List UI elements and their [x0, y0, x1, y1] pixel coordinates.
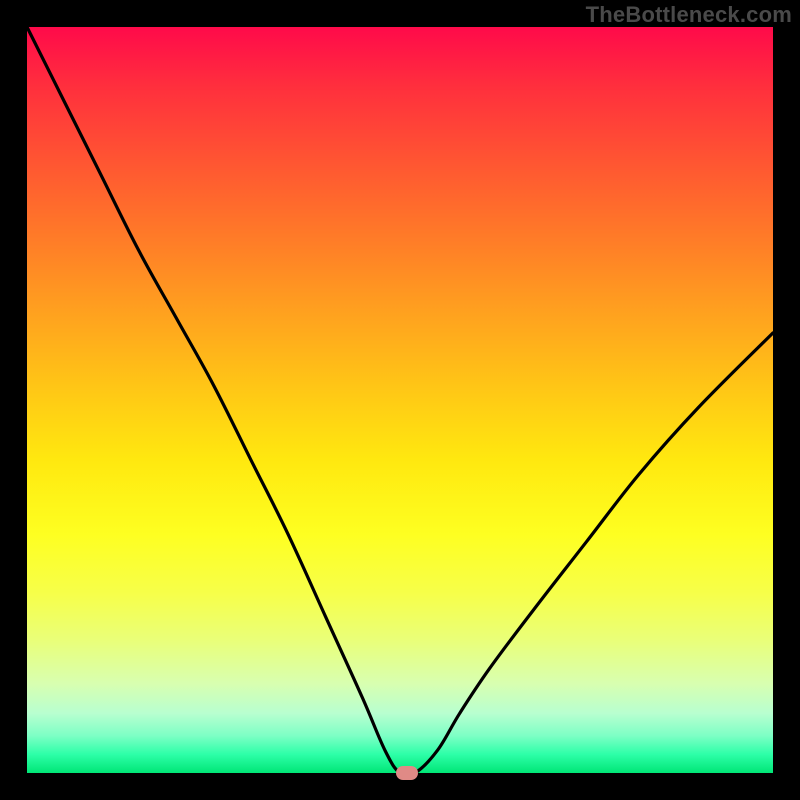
chart-frame: TheBottleneck.com: [0, 0, 800, 800]
plot-area: [27, 27, 773, 773]
watermark-text: TheBottleneck.com: [586, 2, 792, 28]
optimal-marker: [396, 766, 418, 780]
bottleneck-curve: [27, 27, 773, 773]
curve-path: [27, 27, 773, 776]
